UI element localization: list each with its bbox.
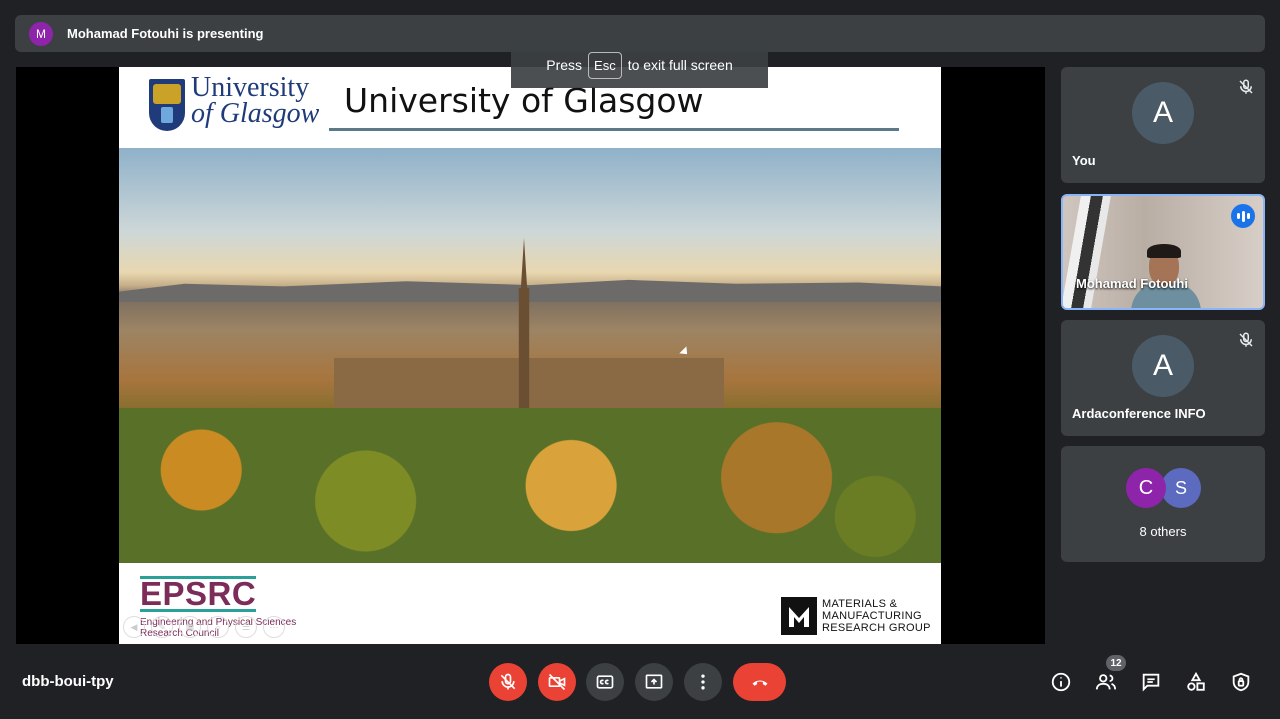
participant-tile-others[interactable]: C S 8 others	[1061, 446, 1265, 562]
avatar: S	[1161, 468, 1201, 508]
participant-name: Ardaconference INFO	[1072, 406, 1206, 421]
present-screen-icon	[645, 674, 663, 689]
shield-lock-icon	[1232, 672, 1250, 692]
host-controls-button[interactable]	[1229, 670, 1253, 694]
participant-tile-you[interactable]: A You	[1061, 67, 1265, 183]
more-icon[interactable]: ⋯	[263, 616, 285, 638]
mic-toggle-button[interactable]	[489, 663, 527, 701]
epsrc-logo: EPSRC	[140, 575, 257, 612]
prev-slide-icon[interactable]: ◀	[123, 616, 145, 638]
speaking-indicator-icon	[1231, 204, 1255, 228]
mic-off-icon	[1239, 332, 1253, 347]
avatar: C	[1126, 468, 1166, 508]
camera-off-icon	[548, 673, 566, 691]
slide-footer: EPSRC Engineering and Physical Sciences …	[119, 563, 941, 644]
title-rule	[329, 128, 899, 131]
captions-icon	[596, 675, 614, 689]
participant-name: You	[1072, 153, 1096, 168]
university-crest-icon	[149, 79, 185, 131]
hang-up-icon	[752, 680, 767, 686]
campus-photo	[119, 148, 941, 563]
info-icon	[1051, 672, 1071, 692]
slide-nav-controls: ◀ ✎ ▦ ⌕ ☰ ⋯	[123, 616, 285, 638]
camera-toggle-button[interactable]	[538, 663, 576, 701]
fullscreen-toast: Press Esc to exit full screen	[511, 42, 768, 88]
menu-icon[interactable]: ☰	[235, 616, 257, 638]
people-icon	[1095, 674, 1117, 690]
present-button[interactable]	[635, 663, 673, 701]
mouse-cursor-icon	[679, 346, 691, 358]
avatar: A	[1132, 82, 1194, 144]
others-count: 8 others	[1139, 524, 1187, 539]
chat-button[interactable]	[1139, 670, 1163, 694]
mic-off-icon	[1239, 79, 1253, 94]
people-count-badge: 12	[1106, 655, 1126, 671]
shared-slide: University of Glasgow University of Glas…	[119, 67, 941, 644]
chat-icon	[1142, 673, 1160, 692]
participant-name: Mohamad Fotouhi	[1076, 276, 1188, 291]
mmrg-logo-icon	[781, 597, 817, 635]
mmrg-logo-text: MATERIALS & MANUFACTURING RESEARCH GROUP	[822, 598, 931, 634]
autumn-trees	[119, 408, 941, 563]
university-logo-text: University of Glasgow	[191, 72, 320, 129]
meeting-details-button[interactable]	[1049, 670, 1073, 694]
activities-button[interactable]	[1184, 670, 1208, 694]
leave-call-button[interactable]	[733, 663, 786, 701]
activities-icon	[1187, 671, 1205, 691]
captions-button[interactable]	[586, 663, 624, 701]
mic-off-icon	[500, 673, 516, 690]
zoom-icon[interactable]: ⌕	[207, 616, 229, 638]
esc-key: Esc	[588, 51, 622, 79]
participant-tile-presenter[interactable]: Mohamad Fotouhi	[1061, 194, 1265, 310]
meeting-code: dbb-boui-tpy	[22, 673, 114, 690]
more-options-button[interactable]	[684, 663, 722, 701]
presenting-text: Mohamad Fotouhi is presenting	[67, 26, 264, 41]
participant-tile-ardaconference[interactable]: A Ardaconference INFO	[1061, 320, 1265, 436]
people-button[interactable]	[1094, 670, 1118, 694]
presenter-avatar: M	[29, 21, 53, 46]
avatar: A	[1132, 335, 1194, 397]
grid-icon[interactable]: ▦	[179, 616, 201, 638]
pen-icon[interactable]: ✎	[151, 616, 173, 638]
more-vert-icon	[701, 674, 705, 690]
